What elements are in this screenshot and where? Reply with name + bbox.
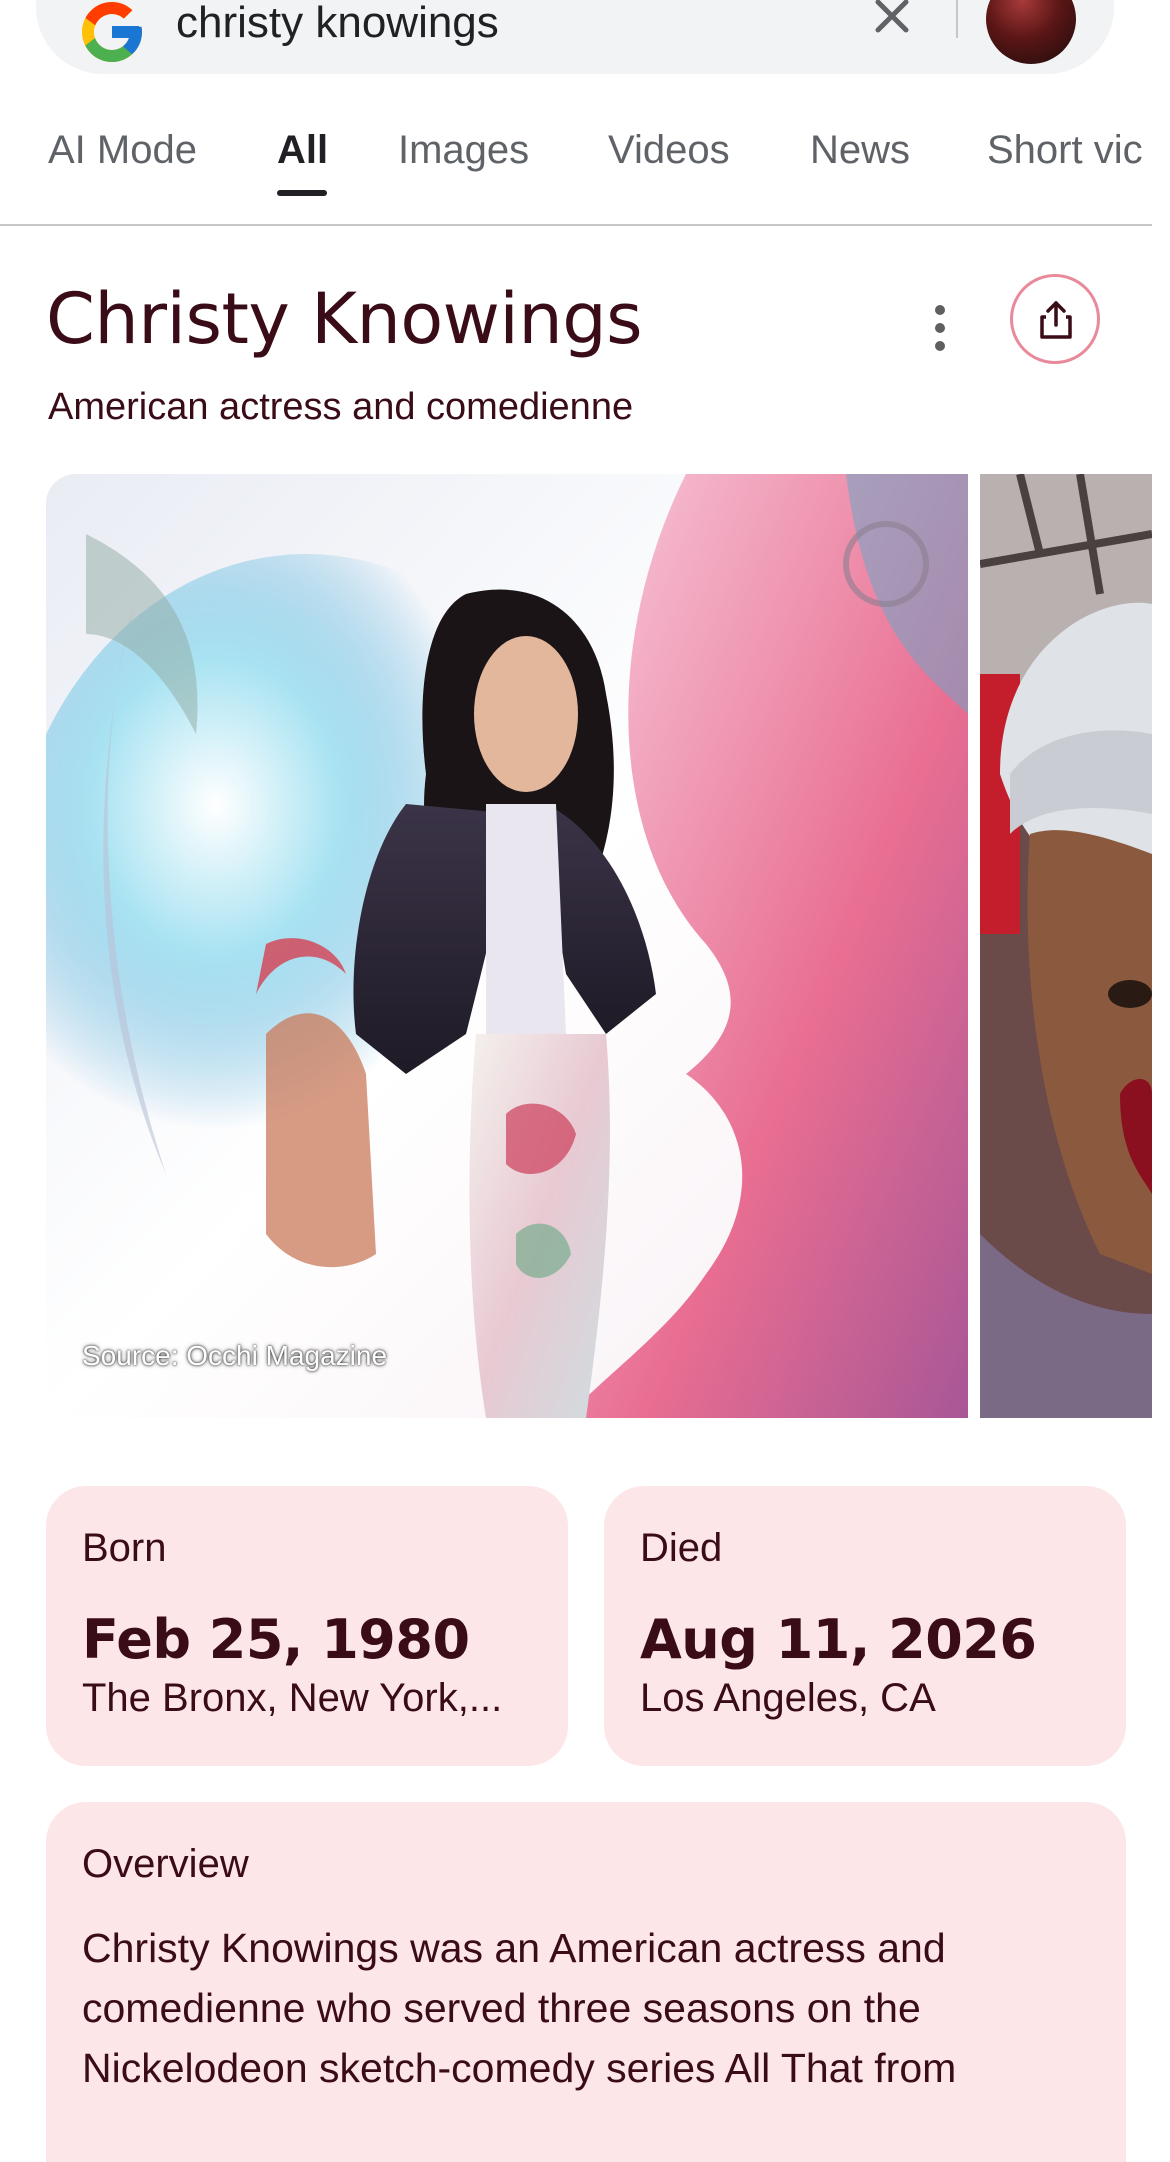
portrait-artwork (46, 474, 968, 1418)
born-card[interactable]: Born Feb 25, 1980 The Bronx, New York,..… (46, 1486, 568, 1766)
google-logo-icon (82, 2, 142, 62)
tabs-divider (0, 224, 1152, 226)
overview-label: Overview (82, 1842, 249, 1886)
died-card[interactable]: Died Aug 11, 2026 Los Angeles, CA (604, 1486, 1126, 1766)
main-photo[interactable] (46, 474, 968, 1418)
image-source-caption[interactable]: Source: Occhi Magazine (82, 1340, 387, 1372)
died-place: Los Angeles, CA (640, 1676, 936, 1720)
born-label: Born (82, 1526, 167, 1570)
tab-images[interactable]: Images (398, 128, 529, 173)
page-title: Christy Knowings (46, 278, 643, 360)
portrait-preview (980, 474, 1152, 1418)
active-tab-indicator (277, 190, 327, 196)
died-label: Died (640, 1526, 723, 1570)
born-place: The Bronx, New York,... (82, 1676, 503, 1720)
secondary-photo[interactable] (980, 474, 1152, 1418)
clear-search-icon[interactable] (872, 0, 912, 36)
search-divider (956, 0, 958, 38)
search-bar[interactable]: christy knowings (36, 0, 1114, 74)
share-icon (1040, 301, 1072, 339)
tab-news[interactable]: News (810, 128, 910, 173)
overview-text: Christy Knowings was an American actress… (82, 1925, 957, 2091)
avatar[interactable] (986, 0, 1076, 64)
overview-card[interactable]: Overview Christy Knowings was an America… (46, 1802, 1126, 2162)
tab-all[interactable]: All (277, 128, 328, 173)
died-date: Aug 11, 2026 (640, 1608, 1037, 1671)
share-button[interactable] (1010, 274, 1100, 364)
search-input[interactable]: christy knowings (176, 0, 499, 48)
search-tabs: AI Mode All Images Videos News Short vic (0, 112, 1170, 224)
more-options-icon[interactable] (920, 298, 960, 358)
tab-short-videos[interactable]: Short vic (987, 128, 1143, 173)
entity-subtitle: American actress and comedienne (48, 386, 634, 428)
tab-ai-mode[interactable]: AI Mode (48, 128, 197, 173)
born-date: Feb 25, 1980 (82, 1608, 470, 1671)
tab-videos[interactable]: Videos (608, 128, 730, 173)
